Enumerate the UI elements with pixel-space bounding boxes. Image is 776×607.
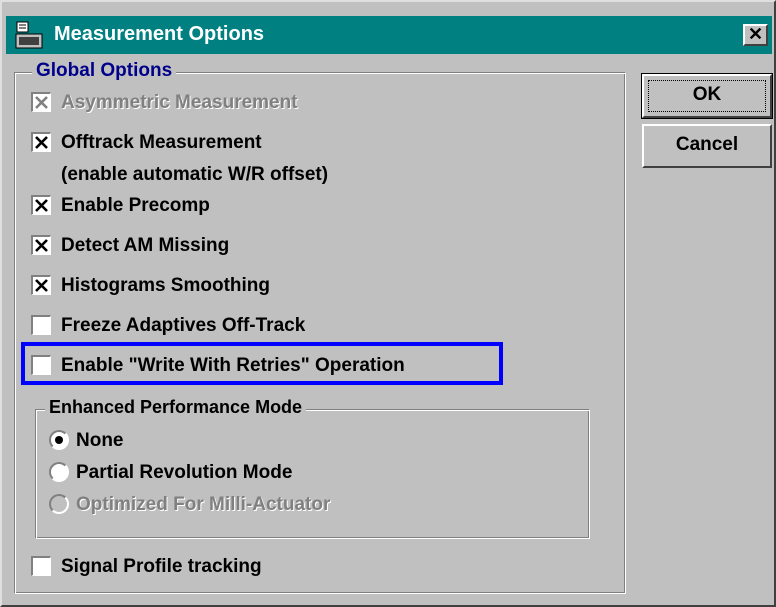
asymmetric-measurement-label: Asymmetric Measurement [61, 90, 298, 115]
window-title: Measurement Options [54, 23, 265, 45]
highlight-box [21, 342, 503, 385]
signal-profile-tracking-label: Signal Profile tracking [61, 556, 262, 577]
check-x-icon [35, 239, 48, 252]
check-x-icon [35, 199, 48, 212]
checkbox-box[interactable] [31, 235, 51, 255]
close-button[interactable]: ✕ [743, 24, 768, 46]
radio-button [49, 494, 69, 514]
close-icon: ✕ [747, 24, 764, 44]
enable-precomp-label: Enable Precomp [61, 195, 210, 216]
radio-milli-actuator-label: Optimized For Milli-Actuator [76, 494, 331, 515]
offtrack-measurement-label: Offtrack Measurement [61, 132, 262, 153]
histograms-smoothing-label: Histograms Smoothing [61, 275, 271, 296]
checkbox-box[interactable] [31, 315, 51, 335]
check-x-icon [35, 279, 48, 292]
radio-none-label: None [76, 430, 124, 451]
checkbox-box[interactable] [31, 92, 51, 112]
cancel-button-label: Cancel [675, 134, 739, 155]
ok-button[interactable]: OK [641, 73, 773, 119]
dialog-window: Measurement Options ✕ Global Options Asy… [0, 0, 776, 607]
freeze-adaptives-label: Freeze Adaptives Off-Track [61, 315, 306, 336]
radio-button[interactable] [49, 430, 69, 450]
asymmetric-measurement-text: Asymmetric Measurement [61, 92, 298, 113]
check-x-icon [35, 96, 48, 109]
app-icon [15, 21, 43, 49]
checkbox-box[interactable] [31, 195, 51, 215]
performance-mode-legend: Enhanced Performance Mode [45, 397, 307, 418]
global-options-legend: Global Options [32, 60, 177, 82]
title-bar[interactable]: Measurement Options ✕ [6, 16, 772, 54]
radio-button[interactable] [49, 462, 69, 482]
focus-rect [648, 80, 766, 112]
checkbox-box[interactable] [31, 275, 51, 295]
checkbox-box[interactable] [31, 556, 51, 576]
radio-selected-dot [55, 436, 63, 444]
radio-partial-revolution-label: Partial Revolution Mode [76, 462, 293, 483]
checkbox-box[interactable] [31, 132, 51, 152]
detect-am-missing-label: Detect AM Missing [61, 235, 230, 256]
offtrack-note: (enable automatic W/R offset) [61, 164, 329, 185]
cancel-button[interactable]: Cancel [642, 124, 772, 168]
check-x-icon [35, 136, 48, 149]
